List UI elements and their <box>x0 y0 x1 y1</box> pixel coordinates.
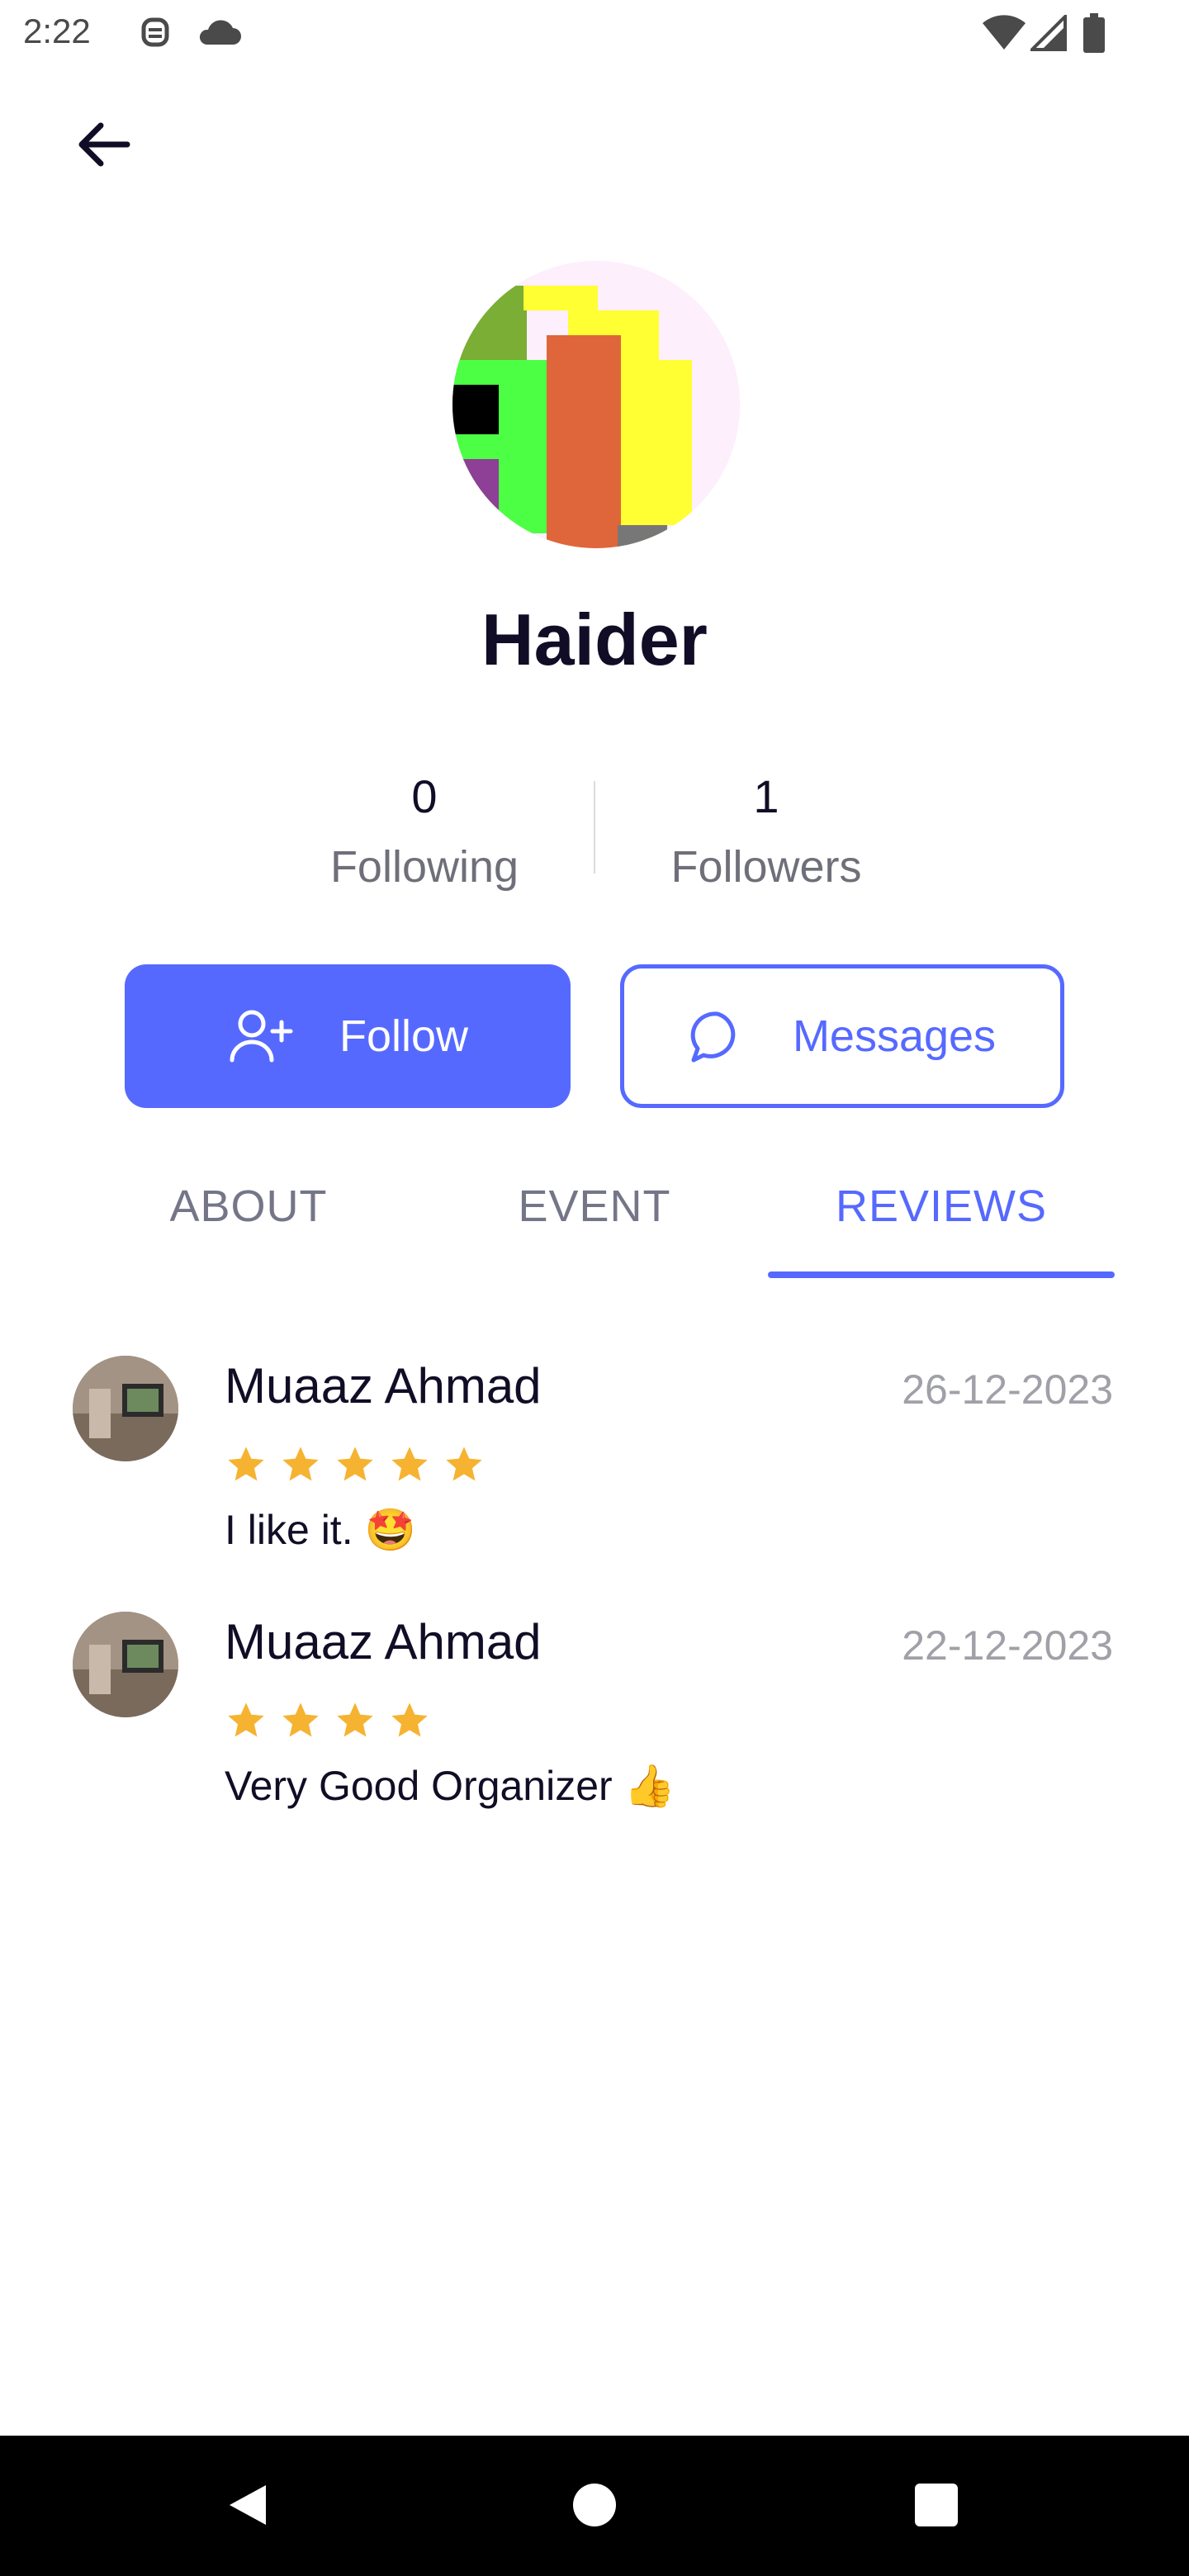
followers-label: Followers <box>670 842 862 892</box>
nav-back-icon[interactable] <box>223 2480 272 2530</box>
battery-icon <box>1083 13 1105 53</box>
review-date: 26-12-2023 <box>902 1366 1113 1413</box>
star-icon <box>337 1702 373 1737</box>
tab-reviews[interactable]: REVIEWS <box>776 1181 1106 1232</box>
star-icon <box>228 1702 264 1737</box>
profile-avatar <box>452 261 740 548</box>
signal-icon <box>1030 15 1067 51</box>
back-arrow-icon[interactable] <box>68 107 142 182</box>
follow-label: Follow <box>339 1011 469 1061</box>
review-rating <box>225 1699 431 1742</box>
follow-button[interactable]: Follow <box>125 964 571 1108</box>
nav-home-icon[interactable] <box>571 2482 618 2528</box>
following-label: Following <box>329 842 519 892</box>
system-navigation-bar <box>0 2436 1189 2576</box>
star-icon <box>282 1702 319 1737</box>
review-text: Very Good Organizer 👍 <box>225 1763 675 1809</box>
reviewer-avatar[interactable] <box>73 1356 178 1461</box>
profile-name: Haider <box>481 599 708 680</box>
stats-divider <box>594 781 595 874</box>
reviewer-name: Muaaz Ahmad <box>225 1358 542 1413</box>
nav-recents-icon[interactable] <box>915 2484 958 2526</box>
review-date: 22-12-2023 <box>902 1622 1113 1669</box>
tab-about[interactable]: ABOUT <box>83 1181 414 1232</box>
star-icon <box>228 1447 264 1481</box>
add-user-icon <box>230 1010 293 1063</box>
following-count: 0 <box>411 770 438 822</box>
star-icon <box>391 1447 428 1481</box>
debug-icon <box>141 17 169 47</box>
review-text: I like it. 🤩 <box>225 1507 416 1553</box>
messages-label: Messages <box>792 1011 997 1061</box>
review-rating <box>225 1443 486 1486</box>
star-icon <box>446 1447 482 1481</box>
active-tab-indicator <box>768 1271 1115 1278</box>
status-time: 2:22 <box>23 12 91 50</box>
following-stat[interactable]: 0 Following <box>301 769 548 893</box>
reviewer-avatar[interactable] <box>73 1612 178 1717</box>
messages-button[interactable]: Messages <box>620 964 1064 1108</box>
wifi-icon <box>983 15 1026 50</box>
star-icon <box>282 1447 319 1481</box>
star-icon <box>391 1702 428 1737</box>
followers-stat[interactable]: 1 Followers <box>642 769 890 893</box>
reviewer-name: Muaaz Ahmad <box>225 1614 542 1669</box>
tab-event[interactable]: EVENT <box>429 1181 760 1232</box>
followers-count: 1 <box>753 770 779 822</box>
cloud-icon <box>199 20 241 45</box>
star-icon <box>337 1447 373 1481</box>
chat-bubble-icon <box>690 1011 736 1063</box>
